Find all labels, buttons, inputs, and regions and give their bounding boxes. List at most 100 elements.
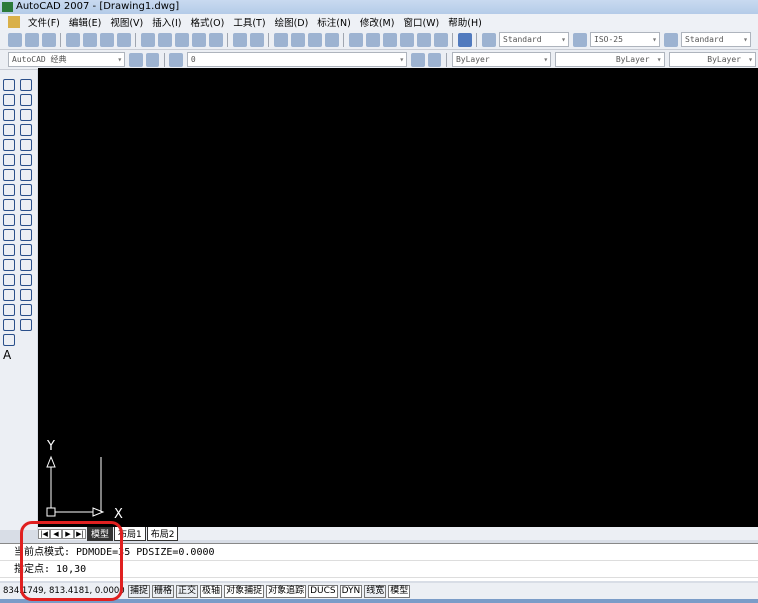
polar-toggle[interactable]: 极轴	[200, 584, 223, 598]
layer-previous-icon[interactable]	[427, 52, 442, 67]
open-icon[interactable]	[24, 32, 39, 47]
snap-toggle[interactable]: 捕捉	[128, 584, 151, 598]
zoom-realtime-icon[interactable]	[290, 32, 305, 47]
ellipse-arc-icon[interactable]	[3, 229, 15, 241]
menu-view[interactable]: 视图(V)	[110, 15, 143, 29]
region-icon[interactable]	[3, 319, 15, 331]
menu-tools[interactable]: 工具(T)	[233, 15, 265, 29]
array-icon[interactable]	[20, 139, 32, 151]
menu-modify[interactable]: 修改(M)	[360, 15, 395, 29]
polyline-icon[interactable]	[3, 109, 15, 121]
preview-icon[interactable]	[82, 32, 97, 47]
layer-manager-icon[interactable]	[169, 52, 184, 67]
point-icon[interactable]	[3, 274, 15, 286]
menu-draw[interactable]: 绘图(D)	[275, 15, 309, 29]
menu-edit[interactable]: 编辑(E)	[69, 15, 101, 29]
menu-help[interactable]: 帮助(H)	[448, 15, 482, 29]
extend-icon[interactable]	[20, 229, 32, 241]
table-style-select[interactable]: Standard	[681, 32, 751, 47]
drawing-canvas[interactable]: Y X	[38, 68, 758, 527]
ducs-toggle[interactable]: DUCS	[308, 584, 338, 598]
zoom-previous-icon[interactable]	[324, 32, 339, 47]
mtext-icon[interactable]: A	[3, 349, 15, 361]
polygon-icon[interactable]	[3, 124, 15, 136]
construction-line-icon[interactable]	[3, 94, 15, 106]
dim-style-select[interactable]: ISO-25	[590, 32, 660, 47]
grid-toggle[interactable]: 栅格	[152, 584, 175, 598]
redo-icon[interactable]	[249, 32, 264, 47]
osnap-toggle[interactable]: 对象捕捉	[224, 584, 265, 598]
menu-insert[interactable]: 插入(I)	[152, 15, 181, 29]
tab-layout2[interactable]: 布局2	[146, 526, 179, 541]
workspace-select[interactable]: AutoCAD 经典	[8, 52, 126, 67]
gradient-icon[interactable]	[3, 304, 15, 316]
undo-icon[interactable]	[232, 32, 247, 47]
model-toggle[interactable]: 模型	[388, 584, 411, 598]
print-icon[interactable]	[65, 32, 80, 47]
ellipse-icon[interactable]	[3, 214, 15, 226]
tool-palettes-icon[interactable]	[382, 32, 397, 47]
calculator-icon[interactable]	[433, 32, 448, 47]
linetype-select[interactable]: ByLayer	[555, 52, 665, 67]
arc-icon[interactable]	[3, 154, 15, 166]
zoom-window-icon[interactable]	[307, 32, 322, 47]
lineweight-toggle[interactable]: 线宽	[364, 584, 387, 598]
chamfer-icon[interactable]	[20, 289, 32, 301]
document-icon[interactable]	[8, 16, 20, 28]
rectangle-icon[interactable]	[3, 139, 15, 151]
copy-icon[interactable]	[157, 32, 172, 47]
text-style-select[interactable]: Standard	[499, 32, 569, 47]
revision-cloud-icon[interactable]	[3, 184, 15, 196]
spline-icon[interactable]	[3, 199, 15, 211]
insert-block-icon[interactable]	[3, 244, 15, 256]
ortho-toggle[interactable]: 正交	[176, 584, 199, 598]
match-properties-icon[interactable]	[191, 32, 206, 47]
mirror-icon[interactable]	[20, 109, 32, 121]
trim-icon[interactable]	[20, 214, 32, 226]
workspace-settings-icon[interactable]	[128, 52, 143, 67]
rotate-icon[interactable]	[20, 169, 32, 181]
menu-file[interactable]: 文件(F)	[28, 15, 60, 29]
design-center-icon[interactable]	[365, 32, 380, 47]
menu-window[interactable]: 窗口(W)	[403, 15, 439, 29]
copy-object-icon[interactable]	[20, 94, 32, 106]
save-workspace-icon[interactable]	[145, 52, 160, 67]
save-icon[interactable]	[41, 32, 56, 47]
stretch-icon[interactable]	[20, 199, 32, 211]
erase-icon[interactable]	[20, 79, 32, 91]
explode-icon[interactable]	[20, 319, 32, 331]
circle-icon[interactable]	[3, 169, 15, 181]
otrack-toggle[interactable]: 对象追踪	[266, 584, 307, 598]
table-icon[interactable]	[3, 334, 15, 346]
layout-tabs: |◀ ◀ ▶ ▶| 模型 布局1 布局2	[38, 526, 758, 541]
break-at-point-icon[interactable]	[20, 244, 32, 256]
title-bar: AutoCAD 2007 - [Drawing1.dwg]	[0, 0, 758, 14]
lineweight-select[interactable]: ByLayer	[668, 52, 756, 67]
make-layer-current-icon[interactable]	[410, 52, 425, 67]
sheet-set-icon[interactable]	[399, 32, 414, 47]
menu-format[interactable]: 格式(O)	[190, 15, 224, 29]
join-icon[interactable]	[20, 274, 32, 286]
block-editor-icon[interactable]	[208, 32, 223, 47]
hatch-icon[interactable]	[3, 289, 15, 301]
offset-icon[interactable]	[20, 124, 32, 136]
menu-dimension[interactable]: 标注(N)	[317, 15, 351, 29]
web-icon[interactable]	[116, 32, 131, 47]
markup-icon[interactable]	[416, 32, 431, 47]
scale-icon[interactable]	[20, 184, 32, 196]
dyn-toggle[interactable]: DYN	[339, 584, 363, 598]
new-icon[interactable]	[7, 32, 22, 47]
move-icon[interactable]	[20, 154, 32, 166]
fillet-icon[interactable]	[20, 304, 32, 316]
publish-icon[interactable]	[99, 32, 114, 47]
pan-icon[interactable]	[273, 32, 288, 47]
color-select[interactable]: ByLayer	[451, 52, 552, 67]
properties-icon[interactable]	[348, 32, 363, 47]
layer-select[interactable]: 0	[186, 52, 408, 67]
break-icon[interactable]	[20, 259, 32, 271]
make-block-icon[interactable]	[3, 259, 15, 271]
help-icon[interactable]	[457, 32, 472, 47]
cut-icon[interactable]	[140, 32, 155, 47]
paste-icon[interactable]	[174, 32, 189, 47]
line-icon[interactable]	[3, 79, 15, 91]
